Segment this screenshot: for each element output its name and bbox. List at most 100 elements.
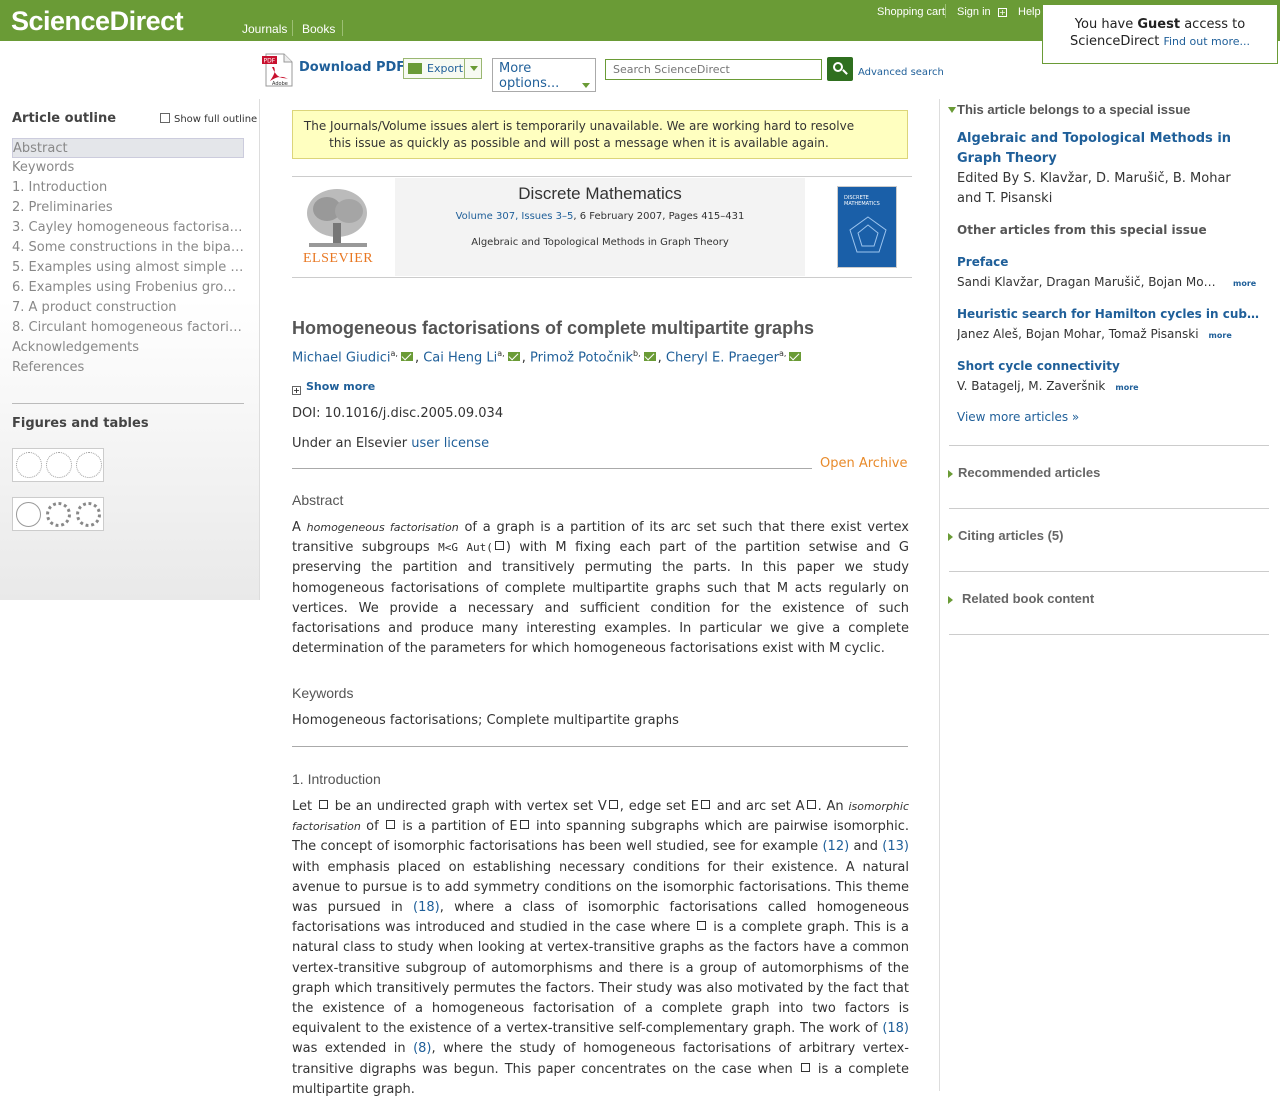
math-placeholder	[700, 800, 710, 809]
sciencedirect-logo[interactable]: ScienceDirect	[11, 6, 184, 37]
outline-item-cayley[interactable]: 3. Cayley homogeneous factorisations	[12, 218, 244, 238]
abstract-text: A homogeneous factorisation of a graph i…	[292, 520, 909, 657]
math-placeholder	[519, 820, 529, 830]
more-options-dropdown[interactable]: More options...	[492, 58, 596, 92]
open-archive-badge: Open Archive	[820, 456, 908, 471]
citing-articles-toggle[interactable]: Citing articles (5)	[958, 528, 1063, 543]
special-issue-heading[interactable]: This article belongs to a special issue	[957, 102, 1190, 117]
show-full-outline-toggle[interactable]: Show full outline	[160, 113, 257, 125]
outline-item-references[interactable]: References	[12, 358, 244, 378]
divider	[292, 468, 812, 469]
reference-link[interactable]: (8)	[413, 1041, 431, 1056]
math-placeholder	[697, 921, 707, 931]
more-link[interactable]: more	[1233, 279, 1256, 288]
math-placeholder	[800, 1062, 810, 1072]
export-button[interactable]: Export	[403, 58, 482, 79]
outline-item-introduction[interactable]: 1. Introduction	[12, 178, 244, 198]
math-placeholder	[318, 800, 328, 809]
outline-item-bipartite[interactable]: 4. Some constructions in the bipartite c…	[12, 238, 244, 258]
find-out-more-link[interactable]: Find out more...	[1163, 35, 1250, 48]
outline-item-acknowledgements[interactable]: Acknowledgements	[12, 338, 244, 358]
advanced-search-link[interactable]: Advanced search	[858, 67, 944, 78]
article-main: The Journals/Volume issues alert is temp…	[261, 99, 940, 1097]
reference-link[interactable]: (13)	[882, 839, 909, 854]
outline-item-circulant[interactable]: 8. Circulant homogeneous factorisations	[12, 318, 244, 338]
nav-divider	[342, 20, 343, 36]
outline-item-keywords[interactable]: Keywords	[12, 158, 244, 178]
author-link[interactable]: Cheryl E. Praeger	[666, 350, 779, 365]
outline-item-abstract[interactable]: Abstract	[12, 138, 244, 158]
nav-books[interactable]: Books	[302, 22, 335, 36]
volume-link[interactable]: Volume 307, Issues 3–5	[456, 211, 574, 222]
outline-item-frobenius[interactable]: 6. Examples using Frobenius groups	[12, 278, 244, 298]
checkbox-icon[interactable]	[160, 113, 170, 123]
download-pdf-button[interactable]: Download PDF	[299, 60, 405, 75]
email-icon[interactable]	[789, 352, 802, 362]
chevron-down-icon	[582, 83, 590, 88]
search-button[interactable]	[827, 57, 853, 81]
search-input[interactable]	[605, 59, 822, 80]
reference-link[interactable]: (18)	[413, 900, 440, 915]
keywords-text: Homogeneous factorisations; Complete mul…	[292, 713, 679, 728]
related-book-content-toggle[interactable]: Related book content	[962, 591, 1094, 606]
email-icon[interactable]	[507, 352, 520, 362]
related-article-title[interactable]: Preface	[957, 255, 1262, 269]
divider	[949, 508, 1269, 509]
license-line: Under an Elsevier user license	[292, 436, 490, 451]
article-outline-sidebar: Article outline Show full outline Abstra…	[0, 99, 260, 600]
view-more-articles-link[interactable]: View more articles »	[957, 410, 1079, 424]
reference-link[interactable]: (18)	[882, 1021, 909, 1036]
keywords-heading: Keywords	[292, 685, 354, 701]
introduction-heading: 1. Introduction	[292, 771, 381, 787]
math-placeholder	[494, 541, 504, 551]
svg-text:Adobe: Adobe	[272, 81, 288, 87]
author-link[interactable]: Primož Potočnik	[530, 350, 633, 365]
outline-item-almost-simple[interactable]: 5. Examples using almost simple groups	[12, 258, 244, 278]
email-icon[interactable]	[643, 352, 656, 362]
divider	[292, 176, 912, 177]
collapsed-triangle-icon[interactable]	[948, 470, 953, 478]
chevron-down-icon[interactable]	[464, 59, 482, 78]
link-divider	[945, 4, 946, 18]
author-list: Michael Giudicia,, Cai Heng Lia,, Primož…	[292, 349, 803, 365]
help-plus-icon[interactable]: +	[998, 8, 1007, 17]
divider	[949, 634, 1269, 635]
related-article-authors: V. Batagelj, M. Zaveršnik more	[957, 379, 1139, 393]
sign-in-link[interactable]: Sign in	[957, 6, 991, 18]
collapsed-triangle-icon[interactable]	[948, 533, 953, 541]
more-link[interactable]: more	[1209, 331, 1232, 340]
outline-item-preliminaries[interactable]: 2. Preliminaries	[12, 198, 244, 218]
expanded-triangle-icon[interactable]	[948, 107, 956, 113]
help-link[interactable]: Help	[1018, 6, 1041, 18]
divider	[949, 571, 1269, 572]
show-more-toggle[interactable]: + Show more	[292, 380, 375, 395]
shopping-cart-link[interactable]: Shopping cart	[877, 6, 945, 18]
journal-title[interactable]: Discrete Mathematics	[395, 184, 805, 204]
alert-banner: The Journals/Volume issues alert is temp…	[292, 110, 908, 159]
author-link[interactable]: Michael Giudici	[292, 350, 390, 365]
outline-item-product[interactable]: 7. A product construction	[12, 298, 244, 318]
email-icon[interactable]	[400, 352, 413, 362]
pdf-file-icon[interactable]: PDF Adobe	[262, 53, 294, 87]
special-issue-link[interactable]: Algebraic and Topological Methods in Gra…	[957, 129, 1257, 169]
nav-journals[interactable]: Journals	[242, 22, 287, 36]
divider	[292, 277, 912, 278]
plus-icon: +	[292, 386, 301, 395]
divider	[939, 99, 940, 1091]
author-link[interactable]: Cai Heng Li	[423, 350, 497, 365]
figures-tables-title: Figures and tables	[12, 416, 149, 431]
outline-title: Article outline	[12, 111, 117, 126]
collapsed-triangle-icon[interactable]	[948, 596, 953, 604]
divider	[12, 403, 244, 404]
recommended-articles-toggle[interactable]: Recommended articles	[958, 465, 1100, 480]
related-article-title[interactable]: Short cycle connectivity	[957, 359, 1262, 373]
journal-cover-image[interactable]: DISCRETE MATHEMATICS	[837, 186, 897, 268]
export-icon	[408, 63, 422, 74]
user-license-link[interactable]: user license	[411, 436, 489, 451]
figure-thumbnail[interactable]	[12, 497, 104, 531]
reference-link[interactable]: (12)	[822, 839, 849, 854]
more-link[interactable]: more	[1115, 383, 1138, 392]
cover-graph-icon	[849, 216, 887, 253]
figure-thumbnail[interactable]	[12, 448, 104, 482]
related-article-title[interactable]: Heuristic search for Hamilton cycles in …	[957, 307, 1262, 321]
